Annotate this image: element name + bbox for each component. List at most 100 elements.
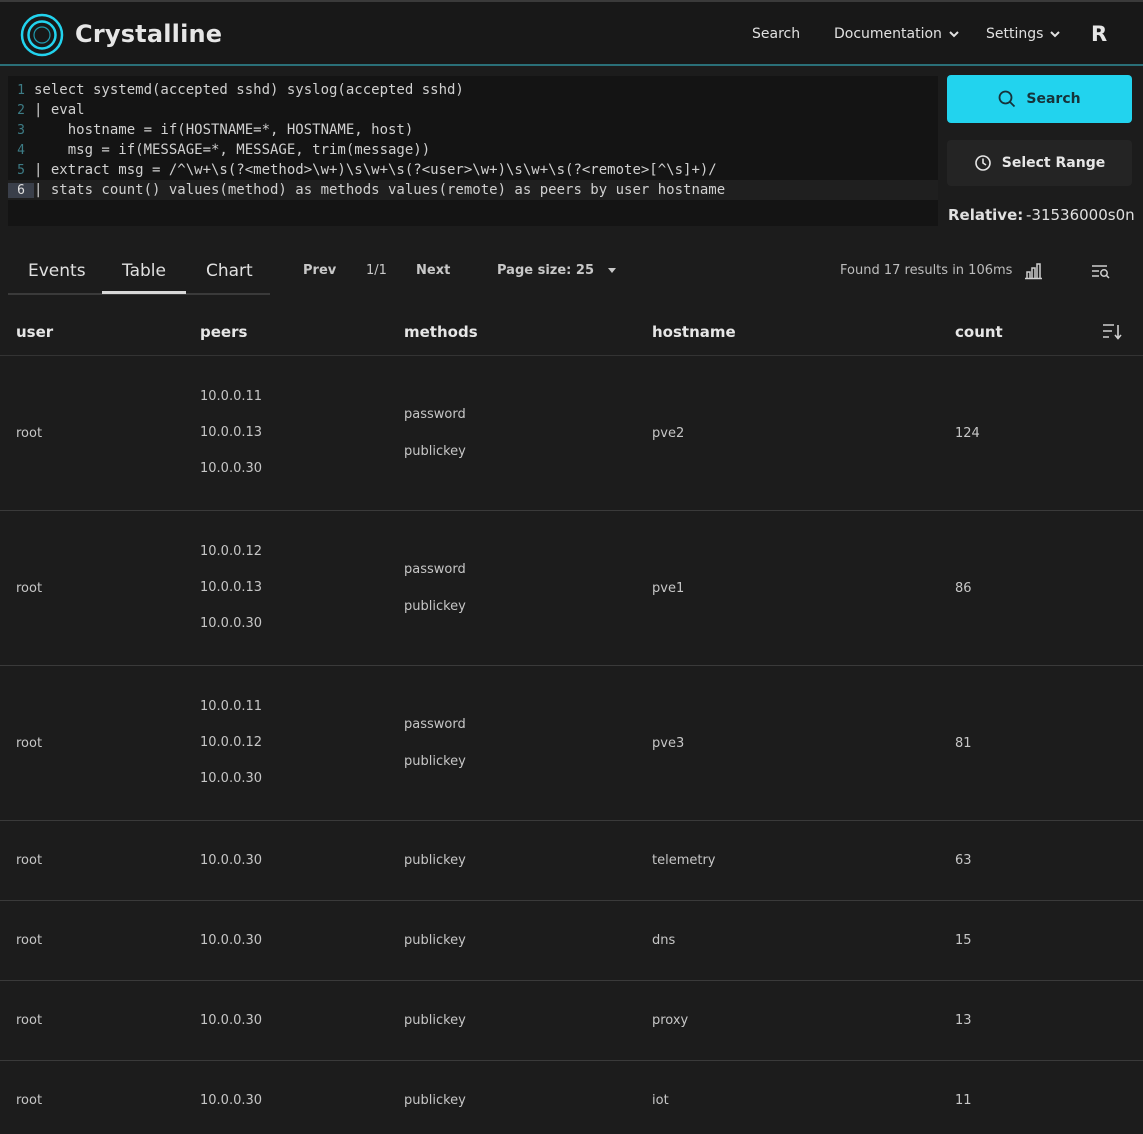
cell-method-list: publickey bbox=[404, 1013, 466, 1028]
cell-hostname: pve3 bbox=[652, 735, 685, 751]
line-number: 3 bbox=[17, 122, 25, 138]
cell-method: publickey bbox=[404, 853, 466, 868]
app-name[interactable]: Crystalline bbox=[75, 20, 222, 48]
cell-peer: 10.0.0.11 bbox=[200, 698, 263, 714]
tab-chart[interactable]: Chart bbox=[206, 261, 253, 281]
code-line[interactable]: 5 | extract msg = /^\w+\s(?<method>\w+)\s… bbox=[8, 160, 938, 180]
next-page-button[interactable]: Next bbox=[416, 263, 450, 278]
cell-method: password bbox=[404, 716, 466, 732]
cell-peer: 10.0.0.30 bbox=[200, 770, 263, 786]
cell-hostname: pve1 bbox=[652, 580, 685, 596]
prev-page-button[interactable]: Prev bbox=[303, 263, 336, 278]
code-line[interactable]: 3 hostname = if(HOSTNAME=*, HOSTNAME, ho… bbox=[8, 120, 938, 140]
crystalline-logo-icon[interactable] bbox=[20, 13, 64, 57]
code-text: | eval bbox=[34, 102, 85, 118]
cell-user: root bbox=[16, 580, 43, 596]
active-tab-indicator bbox=[102, 291, 186, 294]
column-header-methods[interactable]: methods bbox=[404, 323, 478, 341]
table-row[interactable]: root 10.0.0.11 10.0.0.12 10.0.0.30 password p… bbox=[0, 666, 1143, 821]
cell-user: root bbox=[16, 933, 43, 948]
cell-peer: 10.0.0.13 bbox=[200, 424, 263, 440]
select-range-label: Select Range bbox=[1001, 155, 1106, 171]
column-header-hostname[interactable]: hostname bbox=[652, 323, 736, 341]
line-number: 4 bbox=[17, 142, 25, 158]
nav-settings-menu[interactable]: Settings bbox=[986, 26, 1061, 42]
search-button[interactable]: Search bbox=[947, 75, 1132, 123]
cell-method: publickey bbox=[404, 1013, 466, 1028]
cell-peer: 10.0.0.30 bbox=[200, 615, 263, 631]
query-editor[interactable]: 1 select systemd(accepted sshd) syslog(ac… bbox=[8, 76, 938, 226]
column-header-count[interactable]: count bbox=[955, 323, 1003, 341]
table-row[interactable]: root 10.0.0.30 publickey iot 11 bbox=[0, 1061, 1143, 1134]
code-text: | stats count() values(method) as method… bbox=[34, 182, 726, 198]
cell-count: 86 bbox=[955, 580, 972, 596]
code-line[interactable]: 4 msg = if(MESSAGE=*, MESSAGE, trim(mess… bbox=[8, 140, 938, 160]
nav-search-label: Search bbox=[752, 26, 801, 42]
code-text: | extract msg = /^\w+\s(?<method>\w+)\s\… bbox=[34, 162, 717, 178]
page-size-label: Page size: 25 bbox=[497, 263, 594, 278]
table-row[interactable]: root 10.0.0.30 publickey dns 15 bbox=[0, 901, 1143, 981]
cell-peer-list: 10.0.0.30 bbox=[200, 1093, 262, 1108]
cell-method-list: password publickey bbox=[404, 562, 466, 614]
cell-peer: 10.0.0.12 bbox=[200, 734, 263, 750]
chevron-down-icon bbox=[949, 31, 959, 38]
search-icon bbox=[998, 90, 1016, 108]
cell-peer-list: 10.0.0.11 10.0.0.12 10.0.0.30 bbox=[200, 699, 262, 786]
cell-method-list: password publickey bbox=[404, 407, 466, 459]
code-line[interactable]: 1 select systemd(accepted sshd) syslog(ac… bbox=[8, 80, 938, 100]
cell-hostname: pve2 bbox=[652, 425, 685, 441]
table-row[interactable]: root 10.0.0.30 publickey proxy 13 bbox=[0, 981, 1143, 1061]
cell-user: root bbox=[16, 1093, 43, 1108]
column-header-user[interactable]: user bbox=[16, 323, 53, 341]
cell-method: publickey bbox=[404, 443, 466, 459]
cell-peer-list: 10.0.0.30 bbox=[200, 1013, 262, 1028]
cell-peer-list: 10.0.0.12 10.0.0.13 10.0.0.30 bbox=[200, 544, 262, 631]
cell-user: root bbox=[16, 425, 43, 441]
line-number: 6 bbox=[8, 182, 34, 198]
cell-method-list: publickey bbox=[404, 853, 466, 868]
cell-peer: 10.0.0.11 bbox=[200, 388, 263, 404]
bar-chart-icon[interactable] bbox=[1024, 262, 1044, 280]
table-row[interactable]: root 10.0.0.12 10.0.0.13 10.0.0.30 password p… bbox=[0, 511, 1143, 666]
cell-hostname: telemetry bbox=[652, 853, 716, 868]
sort-columns-icon[interactable] bbox=[1101, 322, 1123, 342]
cell-count: 13 bbox=[955, 1013, 972, 1028]
nav-documentation-label: Documentation bbox=[834, 26, 942, 42]
cell-peer: 10.0.0.30 bbox=[200, 1013, 263, 1028]
page-indicator: 1/1 bbox=[366, 263, 387, 278]
cell-peer-list: 10.0.0.30 bbox=[200, 933, 262, 948]
nav-documentation-menu[interactable]: Documentation bbox=[834, 26, 960, 42]
cell-hostname: dns bbox=[652, 933, 676, 948]
cell-method: publickey bbox=[404, 1093, 466, 1108]
top-navbar: Crystalline Search Documentation Setting… bbox=[0, 0, 1143, 66]
cell-method: password bbox=[404, 406, 466, 422]
relative-value: -31536000s0n bbox=[1026, 206, 1135, 224]
cell-peer: 10.0.0.13 bbox=[200, 579, 263, 595]
table-row[interactable]: root 10.0.0.30 publickey telemetry 63 bbox=[0, 821, 1143, 901]
cell-hostname: iot bbox=[652, 1093, 669, 1108]
page-size-select[interactable]: Page size: 25 bbox=[497, 263, 616, 278]
cell-count: 63 bbox=[955, 853, 972, 868]
user-avatar[interactable]: R bbox=[1091, 22, 1107, 46]
code-line[interactable]: 6 | stats count() values(method) as metho… bbox=[8, 180, 938, 200]
select-range-button[interactable]: Select Range bbox=[947, 140, 1132, 186]
tab-events[interactable]: Events bbox=[28, 261, 86, 281]
column-header-peers[interactable]: peers bbox=[200, 323, 247, 341]
search-button-label: Search bbox=[1026, 91, 1081, 107]
cell-peer: 10.0.0.30 bbox=[200, 460, 263, 476]
nav-search-link[interactable]: Search bbox=[752, 26, 800, 42]
results-summary: Found 17 results in 106ms bbox=[840, 263, 1013, 278]
filter-search-icon[interactable] bbox=[1091, 262, 1111, 280]
cell-method: password bbox=[404, 561, 466, 577]
cell-method-list: password publickey bbox=[404, 717, 466, 769]
code-line[interactable]: 2 | eval bbox=[8, 100, 938, 120]
result-tabs: Events Table Chart bbox=[8, 252, 270, 295]
cell-peer: 10.0.0.30 bbox=[200, 1093, 263, 1108]
table-row[interactable]: root 10.0.0.11 10.0.0.13 10.0.0.30 password p… bbox=[0, 356, 1143, 511]
cell-method: publickey bbox=[404, 933, 466, 948]
tab-table[interactable]: Table bbox=[122, 261, 166, 281]
cell-peer-list: 10.0.0.11 10.0.0.13 10.0.0.30 bbox=[200, 389, 262, 476]
cell-count: 15 bbox=[955, 933, 972, 948]
code-text: msg = if(MESSAGE=*, MESSAGE, trim(messag… bbox=[34, 142, 431, 158]
line-number: 1 bbox=[17, 82, 25, 98]
